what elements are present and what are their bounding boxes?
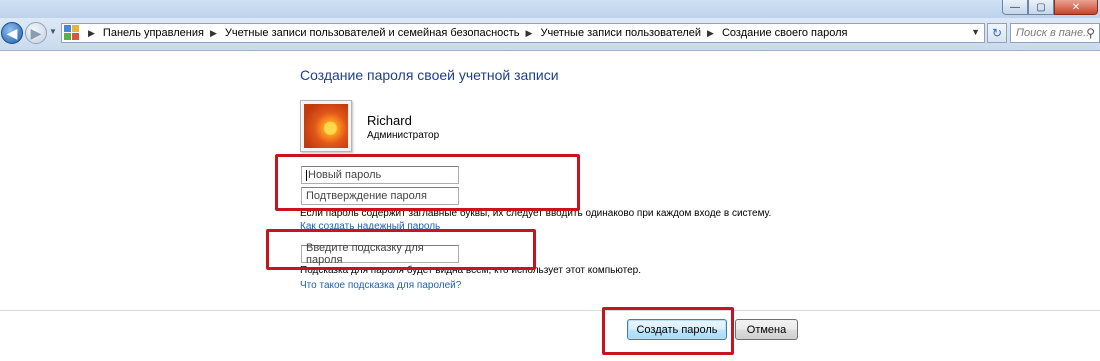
magnifier-icon[interactable]: ⚲ bbox=[1086, 26, 1095, 40]
forward-button[interactable]: ▶ bbox=[25, 22, 47, 44]
refresh-icon: ↻ bbox=[991, 26, 1003, 40]
what-is-hint-link[interactable]: Что такое подсказка для паролей? bbox=[300, 280, 461, 291]
user-role: Администратор bbox=[367, 130, 440, 141]
refresh-button[interactable]: ↻ bbox=[987, 23, 1007, 43]
chevron-right-icon[interactable]: ▶ bbox=[707, 28, 714, 39]
maximize-button[interactable]: ▢ bbox=[1028, 0, 1054, 15]
create-button-highlight bbox=[602, 307, 734, 355]
hint-field-highlight bbox=[266, 229, 536, 270]
breadcrumb-user-accounts[interactable]: Учетные записи пользователей bbox=[540, 27, 701, 39]
cancel-button[interactable]: Отмена bbox=[735, 319, 798, 340]
user-name: Richard bbox=[367, 113, 412, 128]
breadcrumb-create-password[interactable]: Создание своего пароля bbox=[722, 27, 848, 39]
minimize-button[interactable]: — bbox=[1002, 0, 1028, 15]
flower-picture-icon bbox=[304, 104, 348, 148]
search-placeholder: Поиск в пане... bbox=[1016, 27, 1093, 39]
history-dropdown-icon[interactable]: ▼ bbox=[49, 27, 59, 39]
chevron-right-icon[interactable]: ▶ bbox=[210, 28, 217, 39]
search-input[interactable]: Поиск в пане... ⚲ bbox=[1010, 23, 1100, 43]
breadcrumb-user-accounts-family[interactable]: Учетные записи пользователей и семейная … bbox=[225, 27, 520, 39]
arrow-left-icon: ◀ bbox=[6, 24, 18, 41]
chevron-right-icon: ▶ bbox=[88, 27, 95, 38]
address-bar[interactable]: ▶ Панель управления ▶ Учетные записи пол… bbox=[61, 23, 985, 43]
back-button[interactable]: ◀ bbox=[1, 22, 23, 44]
page-title: Создание пароля своей учетной записи bbox=[300, 67, 559, 83]
breadcrumb-control-panel[interactable]: Панель управления bbox=[103, 27, 204, 39]
close-button[interactable]: ✕ bbox=[1054, 0, 1098, 15]
window-controls: — ▢ ✕ bbox=[1002, 0, 1098, 17]
window-title-bar: — ▢ ✕ bbox=[0, 0, 1100, 18]
arrow-right-icon: ▶ bbox=[30, 24, 42, 41]
password-fields-highlight bbox=[275, 154, 580, 211]
avatar bbox=[300, 100, 352, 152]
control-panel-icon bbox=[64, 25, 80, 41]
address-dropdown-icon[interactable]: ▼ bbox=[971, 27, 980, 37]
divider bbox=[0, 310, 1100, 311]
chevron-right-icon[interactable]: ▶ bbox=[526, 28, 533, 39]
navigation-bar: ◀ ▶ ▼ ▶ Панель управления ▶ Учетные запи… bbox=[0, 18, 1100, 51]
